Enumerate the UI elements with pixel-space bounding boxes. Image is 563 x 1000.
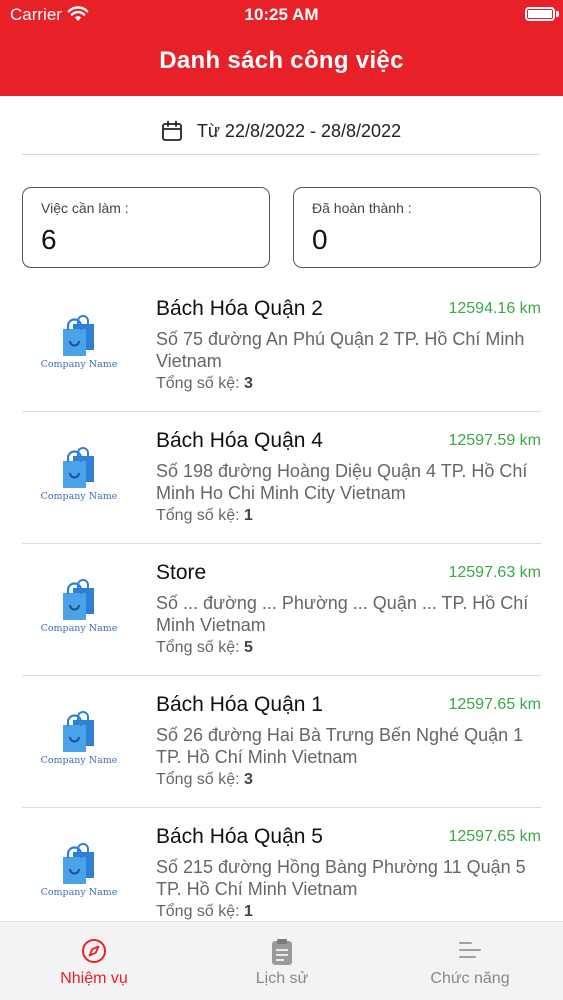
task-list: Company Name Bách Hóa Quận 2 12594.16 km… — [22, 280, 541, 940]
task-distance: 12594.16 km — [448, 300, 541, 317]
task-item[interactable]: Company Name Bách Hóa Quận 4 12597.59 km… — [22, 412, 541, 544]
battery-nub — [556, 11, 559, 17]
shelves-label: Tổng số kệ: — [156, 375, 245, 392]
date-range-selector[interactable]: Từ 22/8/2022 - 28/8/2022 — [22, 108, 540, 155]
tab-missions-label: Nhiệm vụ — [60, 970, 128, 987]
task-name: Store — [156, 561, 207, 584]
logo-text: Company Name — [40, 755, 118, 766]
task-item[interactable]: Company Name Bách Hóa Quận 1 12597.65 km… — [22, 676, 541, 808]
task-distance: 12597.65 km — [448, 828, 541, 845]
company-logo: Company Name — [40, 579, 118, 639]
logo-text: Company Name — [40, 359, 118, 370]
task-address: Số 198 đường Hoàng Diệu Quận 4 TP. Hồ Ch… — [156, 461, 528, 503]
task-address: Số 26 đường Hai Bà Trưng Bến Nghé Quận 1… — [156, 725, 524, 767]
logo-text: Company Name — [40, 491, 118, 502]
done-count-card: Đã hoàn thành : 0 — [293, 187, 541, 268]
task-name: Bách Hóa Quận 1 — [156, 693, 323, 716]
task-shelves: Tổng số kệ: 5 — [156, 639, 253, 657]
tab-functions[interactable]: Chức năng — [376, 922, 563, 1000]
shopping-bag-icon — [63, 711, 94, 752]
company-logo: Company Name — [40, 447, 118, 507]
task-shelves: Tổng số kệ: 1 — [156, 903, 253, 921]
shelves-count: 1 — [244, 903, 253, 920]
bottom-tab-bar: Nhiệm vụ Lịch sử Chức năng — [0, 921, 563, 1000]
task-item[interactable]: Company Name Bách Hóa Quận 2 12594.16 km… — [22, 280, 541, 412]
done-label: Đã hoàn thành : — [312, 200, 412, 216]
task-distance: 12597.59 km — [448, 432, 541, 449]
task-address: Số 75 đường An Phú Quận 2 TP. Hồ Chí Min… — [156, 329, 525, 371]
task-shelves: Tổng số kệ: 1 — [156, 507, 253, 525]
calendar-icon — [161, 120, 182, 141]
task-shelves: Tổng số kệ: 3 — [156, 771, 253, 789]
tab-functions-label: Chức năng — [430, 970, 510, 987]
todo-label: Việc cần làm : — [41, 200, 129, 216]
shelves-label: Tổng số kệ: — [156, 639, 245, 656]
compass-icon — [82, 939, 106, 963]
task-shelves: Tổng số kệ: 3 — [156, 375, 253, 393]
company-logo: Company Name — [40, 315, 118, 375]
page-title: Danh sách công việc — [159, 47, 404, 74]
shopping-bag-icon — [63, 579, 94, 620]
todo-count-card: Việc cần làm : 6 — [22, 187, 270, 268]
status-bar: Carrier 10:25 AM — [0, 0, 563, 30]
shopping-bag-icon — [63, 315, 94, 356]
logo-text: Company Name — [40, 623, 118, 634]
tab-history-label: Lịch sử — [255, 970, 309, 987]
shopping-bag-icon — [63, 447, 94, 488]
shelves-label: Tổng số kệ: — [156, 507, 245, 524]
todo-value: 6 — [41, 224, 57, 255]
app-header: Carrier 10:25 AM Danh sách công việc — [0, 0, 563, 96]
clipboard-icon — [272, 939, 292, 965]
task-address: Số 215 đường Hồng Bàng Phường 11 Quận 5 … — [156, 857, 526, 899]
date-range-text: Từ 22/8/2022 - 28/8/2022 — [196, 120, 402, 141]
shopping-bag-icon — [63, 843, 94, 884]
shelves-label: Tổng số kệ: — [156, 903, 245, 920]
task-distance: 12597.65 km — [448, 696, 541, 713]
menu-lines-icon — [459, 942, 481, 958]
battery-icon — [525, 7, 555, 21]
shelves-count: 3 — [244, 771, 253, 788]
shelves-count: 5 — [244, 639, 253, 656]
clock: 10:25 AM — [244, 5, 319, 24]
shelves-count: 1 — [244, 507, 253, 524]
task-item[interactable]: Company Name Store 12597.63 km Số ... đư… — [22, 544, 541, 676]
task-name: Bách Hóa Quận 2 — [156, 297, 323, 320]
company-logo: Company Name — [40, 843, 118, 903]
task-distance: 12597.63 km — [448, 564, 541, 581]
tab-missions[interactable]: Nhiệm vụ — [0, 922, 188, 1000]
shelves-count: 3 — [244, 375, 253, 392]
logo-text: Company Name — [40, 887, 118, 898]
task-address: Số ... đường ... Phường ... Quận ... TP.… — [156, 593, 529, 635]
company-logo: Company Name — [40, 711, 118, 771]
shelves-label: Tổng số kệ: — [156, 771, 245, 788]
task-name: Bách Hóa Quận 5 — [156, 825, 323, 848]
done-value: 0 — [312, 224, 328, 255]
tab-history[interactable]: Lịch sử — [188, 922, 376, 1000]
task-name: Bách Hóa Quận 4 — [156, 429, 323, 452]
